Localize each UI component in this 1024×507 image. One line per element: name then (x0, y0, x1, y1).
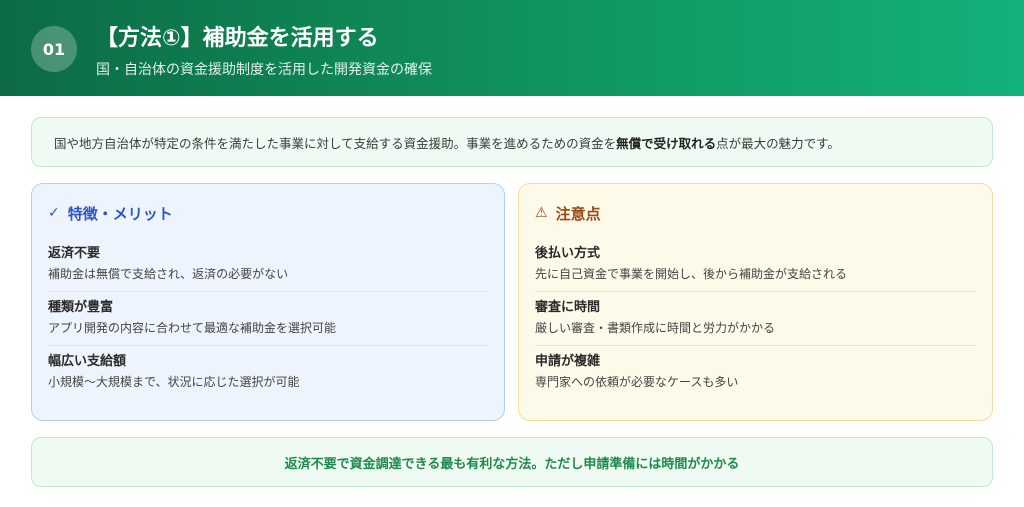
intro-text-bold: 無償で受け取れる (616, 135, 717, 151)
page-subtitle: 国・自治体の資金援助制度を活用した開発資金の確保 (96, 62, 432, 78)
item-title: 申請が複雑 (535, 354, 601, 369)
intro-text-before: 国や地方自治体が特定の条件を満たした事業に対して支給する資金援助。事業を進めるた… (54, 135, 617, 151)
intro-text-after: 点が最大の魅力です。 (716, 135, 840, 151)
item-description: アプリ開発の内容に合わせて最適な補助金を選択可能 (48, 321, 337, 335)
summary-box: 返済不要で資金調達できる最も有利な方法。ただし申請準備には時間がかかる (31, 437, 993, 487)
item-description: 専門家への依頼が必要なケースも多い (535, 375, 739, 389)
item-description: 補助金は無償で支給され、返済の必要がない (48, 267, 289, 281)
section-number-badge: 01 (31, 26, 77, 72)
item-title: 後払い方式 (535, 246, 601, 261)
item-title: 幅広い支給額 (48, 354, 127, 369)
cautions-list: 後払い方式 先に自己資金で事業を開始し、後から補助金が支給される 審査に時間 厳… (535, 238, 976, 399)
item-title: 返済不要 (48, 246, 101, 261)
merits-heading-row: ✓ 特徴・メリット (48, 202, 488, 224)
list-item: 審査に時間 厳しい審査・書類作成に時間と労力がかかる (535, 292, 976, 346)
list-item: 返済不要 補助金は無償で支給され、返済の必要がない (48, 238, 488, 292)
warning-icon: ⚠ (535, 205, 548, 221)
list-item: 幅広い支給額 小規模〜大規模まで、状況に応じた選択が可能 (48, 346, 488, 399)
merits-card: ✓ 特徴・メリット 返済不要 補助金は無償で支給され、返済の必要がない 種類が豊… (31, 183, 505, 421)
merits-heading: 特徴・メリット (67, 204, 173, 223)
header-banner: 01 【方法①】補助金を活用する 国・自治体の資金援助制度を活用した開発資金の確… (0, 0, 1024, 96)
list-item: 後払い方式 先に自己資金で事業を開始し、後から補助金が支給される (535, 238, 976, 292)
list-item: 種類が豊富 アプリ開発の内容に合わせて最適な補助金を選択可能 (48, 292, 488, 346)
item-title: 種類が豊富 (48, 300, 114, 315)
item-description: 厳しい審査・書類作成に時間と労力がかかる (535, 321, 776, 335)
item-title: 審査に時間 (535, 300, 601, 315)
item-description: 先に自己資金で事業を開始し、後から補助金が支給される (535, 267, 848, 281)
merits-list: 返済不要 補助金は無償で支給され、返済の必要がない 種類が豊富 アプリ開発の内容… (48, 238, 488, 399)
cautions-heading: 注意点 (555, 204, 601, 223)
cautions-card: ⚠ 注意点 後払い方式 先に自己資金で事業を開始し、後から補助金が支給される 審… (518, 183, 993, 421)
page-title: 【方法①】補助金を活用する (96, 26, 379, 51)
item-description: 小規模〜大規模まで、状況に応じた選択が可能 (48, 375, 300, 389)
cautions-heading-row: ⚠ 注意点 (535, 202, 976, 224)
list-item: 申請が複雑 専門家への依頼が必要なケースも多い (535, 346, 976, 399)
summary-text: 返済不要で資金調達できる最も有利な方法。ただし申請準備には時間がかかる (284, 456, 740, 472)
intro-box: 国や地方自治体が特定の条件を満たした事業に対して支給する資金援助。事業を進めるた… (31, 117, 993, 167)
check-icon: ✓ (48, 205, 60, 221)
